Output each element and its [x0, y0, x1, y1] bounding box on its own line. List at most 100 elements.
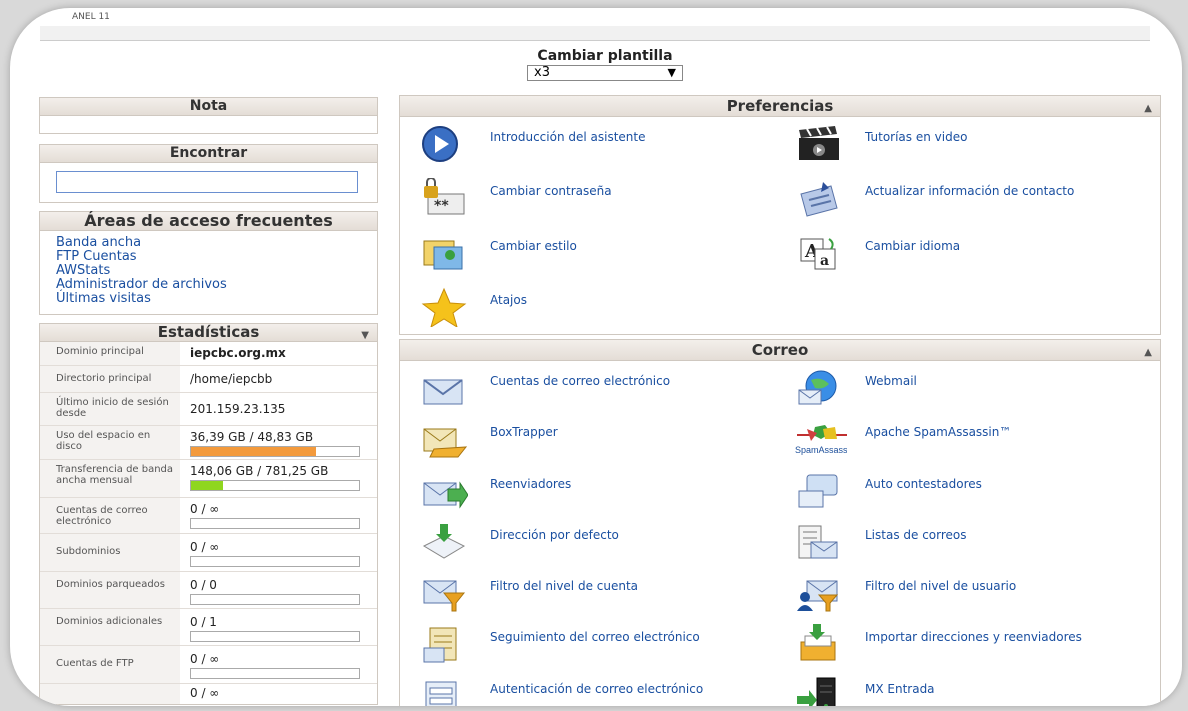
default-address-icon: [420, 523, 472, 561]
collapse-up-icon[interactable]: ▲: [1144, 99, 1152, 119]
style-icon: [420, 234, 472, 272]
stat-value-wrap: 36,39 GB / 48,83 GB: [180, 426, 377, 459]
collapse-down-icon[interactable]: ▼: [361, 327, 369, 344]
link-awstats[interactable]: AWStats: [56, 264, 377, 278]
link-ftp-cuentas[interactable]: FTP Cuentas: [56, 250, 377, 264]
user-filter-icon: [795, 574, 847, 612]
mailing-list-icon: [795, 523, 847, 561]
mail-label: BoxTrapper: [490, 425, 558, 440]
spamassassin-logo-text: SpamAssassin: [795, 445, 847, 455]
template-selector: Cambiar plantilla x3 ▼: [515, 48, 695, 81]
preferencias-panel: Preferencias ▲ Introducción del asistent…: [399, 95, 1161, 335]
cpanel-frame: ANEL 11 Cambiar plantilla x3 ▼ Nota Enco…: [10, 8, 1182, 706]
stat-key: Último inicio de sesión desde: [40, 393, 180, 425]
stat-value: 201.159.23.135: [190, 402, 286, 416]
mail-label: Filtro del nivel de usuario: [865, 579, 1017, 594]
pref-item-tutorias[interactable]: Tutorías en video: [775, 117, 1150, 167]
corner-label: ANEL 11: [72, 12, 110, 22]
mail-item-autenticacion[interactable]: Autenticación de correo electrónico: [400, 669, 775, 706]
clapperboard-icon: [795, 125, 847, 163]
contact-card-icon: [795, 179, 847, 217]
correo-panel: Correo ▲ Cuentas de correo electrónico W…: [399, 339, 1161, 706]
mail-item-filtro-cuenta[interactable]: Filtro del nivel de cuenta: [400, 566, 775, 616]
pref-label: Cambiar idioma: [865, 238, 961, 253]
pref-item-contrasena[interactable]: ** Cambiar contraseña: [400, 171, 775, 221]
globe-mail-icon: [795, 369, 847, 407]
mail-item-importar[interactable]: Importar direcciones y reenviadores: [775, 617, 1150, 667]
nota-body: [39, 116, 378, 134]
star-icon: [420, 287, 472, 327]
pref-item-asistente[interactable]: Introducción del asistente: [400, 117, 775, 167]
stat-value: 36,39 GB / 48,83 GB: [190, 430, 314, 444]
stat-value-wrap: 0 / 0: [180, 572, 377, 608]
mail-item-webmail[interactable]: Webmail: [775, 361, 1150, 411]
mail-item-cuentas[interactable]: Cuentas de correo electrónico: [400, 361, 775, 411]
top-bar: [40, 26, 1150, 41]
pref-item-estilo[interactable]: Cambiar estilo: [400, 226, 775, 276]
pref-label: Tutorías en video: [865, 130, 968, 144]
stat-value: 0 / ∞: [190, 502, 220, 516]
svg-text:**: **: [434, 198, 449, 214]
mail-label: Importar direcciones y reenviadores: [865, 630, 1082, 645]
stat-row-parqueados: Dominios parqueados 0 / 0: [40, 572, 377, 609]
mail-item-autocontestadores[interactable]: Auto contestadores: [775, 464, 1150, 514]
correo-title-text: Correo: [751, 341, 809, 359]
boxtrapper-icon: [420, 420, 472, 458]
collapse-up-icon[interactable]: ▲: [1144, 343, 1152, 363]
spamassassin-icon: SpamAssassin: [795, 420, 847, 458]
mail-item-reenviadores[interactable]: Reenviadores: [400, 464, 775, 514]
stat-row-cuentas-correo: Cuentas de correo electrónico 0 / ∞: [40, 498, 377, 534]
mail-item-seguimiento[interactable]: Seguimiento del correo electrónico: [400, 617, 775, 667]
preferencias-title-text: Preferencias: [726, 97, 834, 115]
frecuentes-title: Áreas de acceso frecuentes: [39, 211, 378, 231]
template-select[interactable]: x3 ▼: [527, 65, 683, 81]
preferencias-title[interactable]: Preferencias ▲: [399, 95, 1161, 117]
chevron-down-icon: ▼: [667, 66, 676, 79]
mail-item-direccion-defecto[interactable]: Dirección por defecto: [400, 515, 775, 565]
search-input[interactable]: [56, 171, 358, 193]
disk-usage-fill: [191, 447, 317, 456]
estadisticas-title[interactable]: Estadísticas ▼: [39, 323, 378, 342]
stat-key: Cuentas de correo electrónico: [40, 498, 180, 533]
mail-item-filtro-usuario[interactable]: Filtro del nivel de usuario: [775, 566, 1150, 616]
language-icon: Aa: [795, 234, 847, 272]
mail-item-spamassassin[interactable]: SpamAssassin Apache SpamAssassin™: [775, 412, 1150, 462]
stat-key: Dominio principal: [40, 342, 180, 365]
mail-label: Apache SpamAssassin™: [865, 425, 1012, 440]
play-icon: [420, 125, 472, 163]
pref-item-idioma[interactable]: Aa Cambiar idioma: [775, 226, 1150, 276]
link-ultimas-visitas[interactable]: Últimas visitas: [56, 292, 377, 306]
stat-value-wrap: 0 / 1: [180, 609, 377, 645]
stat-value: 148,06 GB / 781,25 GB: [190, 464, 329, 478]
mail-label: Webmail: [865, 374, 917, 388]
stat-value-wrap: 148,06 GB / 781,25 GB: [180, 460, 377, 497]
preferencias-grid: Introducción del asistente Tutorías en v…: [399, 117, 1161, 335]
mail-label: Auto contestadores: [865, 476, 982, 491]
pref-label: Actualizar información de contacto: [865, 184, 1075, 199]
mail-label: MX Entrada: [865, 681, 935, 696]
svg-text:a: a: [820, 253, 829, 269]
bandwidth-fill: [191, 481, 223, 490]
mail-item-mx[interactable]: MX Entrada: [775, 669, 1150, 706]
frecuentes-list: Banda ancha FTP Cuentas AWStats Administ…: [39, 231, 378, 315]
pref-item-atajos[interactable]: Atajos: [400, 280, 775, 330]
forward-mail-icon: [420, 472, 472, 510]
stat-row-dominio: Dominio principal iepcbc.org.mx: [40, 342, 377, 366]
stat-row-ultimo-inicio: Último inicio de sesión desde 201.159.23…: [40, 393, 377, 426]
correo-title[interactable]: Correo ▲: [399, 339, 1161, 361]
stat-key: Dominios adicionales: [40, 609, 180, 645]
nota-panel: Nota: [39, 97, 378, 134]
mail-item-listas[interactable]: Listas de correos: [775, 515, 1150, 565]
stat-key: Subdominios: [40, 534, 180, 571]
template-select-value: x3: [534, 65, 550, 80]
stat-value: 0 / 1: [190, 615, 217, 629]
stat-row-ftp: Cuentas de FTP 0 / ∞: [40, 646, 377, 684]
link-administrador-archivos[interactable]: Administrador de archivos: [56, 278, 377, 292]
mail-item-boxtrapper[interactable]: BoxTrapper: [400, 412, 775, 462]
mail-label: Cuentas de correo electrónico: [490, 374, 671, 388]
stat-row-partial: 0 / ∞: [40, 684, 377, 704]
pref-item-contacto[interactable]: Actualizar información de contacto: [775, 171, 1150, 221]
lock-password-icon: **: [420, 178, 472, 217]
link-banda-ancha[interactable]: Banda ancha: [56, 236, 377, 250]
stat-key: Transferencia de banda ancha mensual: [40, 460, 180, 497]
